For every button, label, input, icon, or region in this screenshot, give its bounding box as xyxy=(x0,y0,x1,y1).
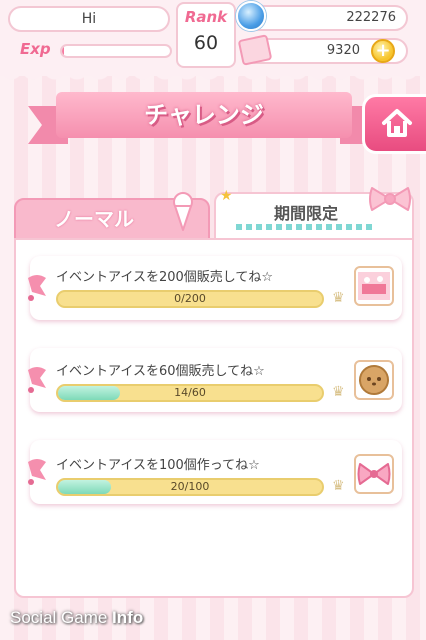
crown-icon: ♛ xyxy=(332,290,345,306)
challenge-progress-text: 20/100 xyxy=(170,480,210,493)
exp-bar-fill xyxy=(62,46,65,56)
challenge-title: イベントアイスを60個販売してね☆ xyxy=(56,364,265,379)
bow-icon xyxy=(369,187,411,211)
rank-value: 60 xyxy=(193,32,219,54)
tab-normal-label: ノーマル xyxy=(54,207,134,231)
pin-icon xyxy=(28,367,46,393)
player-name: Hi xyxy=(8,6,170,32)
scallop-divider xyxy=(0,68,426,86)
challenge-title: イベントアイスを200個販売してね☆ xyxy=(56,270,274,285)
tab-limited-time-label: 期間限定 xyxy=(273,204,338,223)
add-tickets-button[interactable]: + xyxy=(371,39,395,63)
challenge-card[interactable] xyxy=(30,348,402,412)
coin-counter: 222276 xyxy=(242,5,408,31)
crown-icon: ♛ xyxy=(332,478,345,494)
challenge-progress-text: 0/200 xyxy=(174,292,206,305)
reward-thumbnail[interactable] xyxy=(354,266,394,306)
bow-icon xyxy=(357,463,391,485)
reward-thumbnail[interactable] xyxy=(354,360,394,400)
home-icon xyxy=(382,109,412,137)
reward-thumbnail[interactable] xyxy=(354,454,394,494)
watermark-text-bold: Info xyxy=(112,608,144,627)
exp-label: Exp xyxy=(20,40,51,58)
exp-bar xyxy=(60,44,172,58)
watermark: Social Game Info xyxy=(10,608,143,628)
page-title: チャレンジ xyxy=(144,101,264,129)
challenge-progress-bar: 20/100 xyxy=(56,478,324,496)
pin-icon xyxy=(28,459,46,485)
crown-icon: ♛ xyxy=(332,384,345,400)
cookie-icon xyxy=(359,365,389,395)
tray-scene-icon xyxy=(358,272,390,300)
challenge-progress-bar: 0/200 xyxy=(56,290,324,308)
challenge-title: イベントアイスを100個作ってね☆ xyxy=(56,458,260,473)
challenge-progress-bar: 14/60 xyxy=(56,384,324,402)
pin-icon xyxy=(28,275,46,301)
challenge-progress-text: 14/60 xyxy=(174,386,206,399)
star-icon: ★ xyxy=(220,188,233,204)
watermark-text: Social Game xyxy=(10,608,113,627)
ice-cream-cone-icon xyxy=(173,192,193,231)
tab-dots-decoration xyxy=(236,224,376,230)
coin-icon xyxy=(236,1,266,31)
rank-box: Rank 60 xyxy=(176,2,236,68)
rank-label: Rank xyxy=(184,8,228,26)
